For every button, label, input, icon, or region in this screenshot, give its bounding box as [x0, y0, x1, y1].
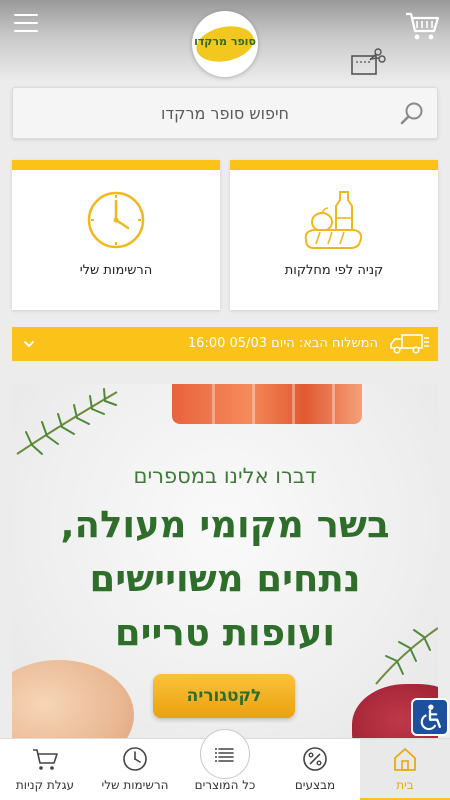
banner-subtitle: דברו אלינו במספרים: [133, 464, 317, 488]
nav-deals[interactable]: מבצעים: [270, 739, 360, 800]
promo-banner[interactable]: דברו אלינו במספרים בשר מקומי מעולה, נתחי…: [12, 384, 438, 738]
top-bar: סופר מרקדו: [0, 0, 450, 82]
bottom-nav: בית מבצעים כל המוצרים הרשימות שלי עגלת ק…: [0, 729, 450, 800]
list-icon: [215, 748, 234, 762]
nav-all-products-label: כל המוצרים: [194, 778, 256, 792]
hamburger-icon[interactable]: [14, 14, 38, 34]
my-lists-label: הרשימות שלי: [79, 263, 153, 278]
banner-headline-line: ועופות טריים: [114, 611, 336, 654]
chevron-down-icon[interactable]: [22, 337, 36, 351]
banner-headline-line: בשר מקומי מעולה,: [60, 503, 390, 546]
clock-icon: [123, 747, 147, 771]
salmon-image: [172, 384, 362, 424]
chicken-image: [12, 660, 134, 738]
groceries-icon: [304, 191, 363, 249]
truck-icon: [390, 334, 429, 354]
clock-icon: [87, 191, 145, 249]
next-delivery-text: המשלוח הבא: היום 05/03 16:00: [187, 336, 378, 351]
shop-by-department-card[interactable]: קניה לפי מחלקות: [230, 160, 438, 310]
nav-deals-label: מבצעים: [294, 778, 336, 792]
nav-cart[interactable]: עגלת קניות: [0, 739, 90, 800]
cart-icon[interactable]: [404, 10, 440, 42]
scissors-icon[interactable]: [350, 46, 386, 76]
nav-cart-label: עגלת קניות: [15, 778, 75, 792]
nav-all-products[interactable]: כל המוצרים: [180, 729, 270, 800]
search-input[interactable]: [13, 88, 437, 138]
cart-icon: [33, 749, 58, 770]
logo-text: סופר מרקדו: [194, 35, 256, 48]
search-icon[interactable]: [399, 101, 425, 127]
percent-icon: [303, 747, 327, 771]
my-lists-card[interactable]: הרשימות שלי: [12, 160, 220, 310]
banner-headline: בשר מקומי מעולה, נתחים משויישים ועופות ט…: [12, 498, 438, 660]
nav-home-label: בית: [396, 778, 414, 792]
wheelchair-icon[interactable]: [411, 698, 449, 736]
home-icon: [394, 748, 416, 771]
next-delivery-bar[interactable]: המשלוח הבא: היום 05/03 16:00: [12, 327, 438, 361]
search-bar: [12, 87, 438, 139]
nav-my-lists-label: הרשימות שלי: [101, 778, 169, 792]
nav-home[interactable]: בית: [360, 739, 450, 800]
logo[interactable]: סופר מרקדו: [192, 11, 258, 77]
rosemary-image: [16, 388, 118, 455]
nav-my-lists[interactable]: הרשימות שלי: [90, 739, 180, 800]
banner-headline-line: נתחים משויישים: [89, 557, 361, 600]
to-category-button[interactable]: לקטגוריה: [153, 674, 295, 718]
shop-by-department-label: קניה לפי מחלקות: [284, 263, 384, 278]
